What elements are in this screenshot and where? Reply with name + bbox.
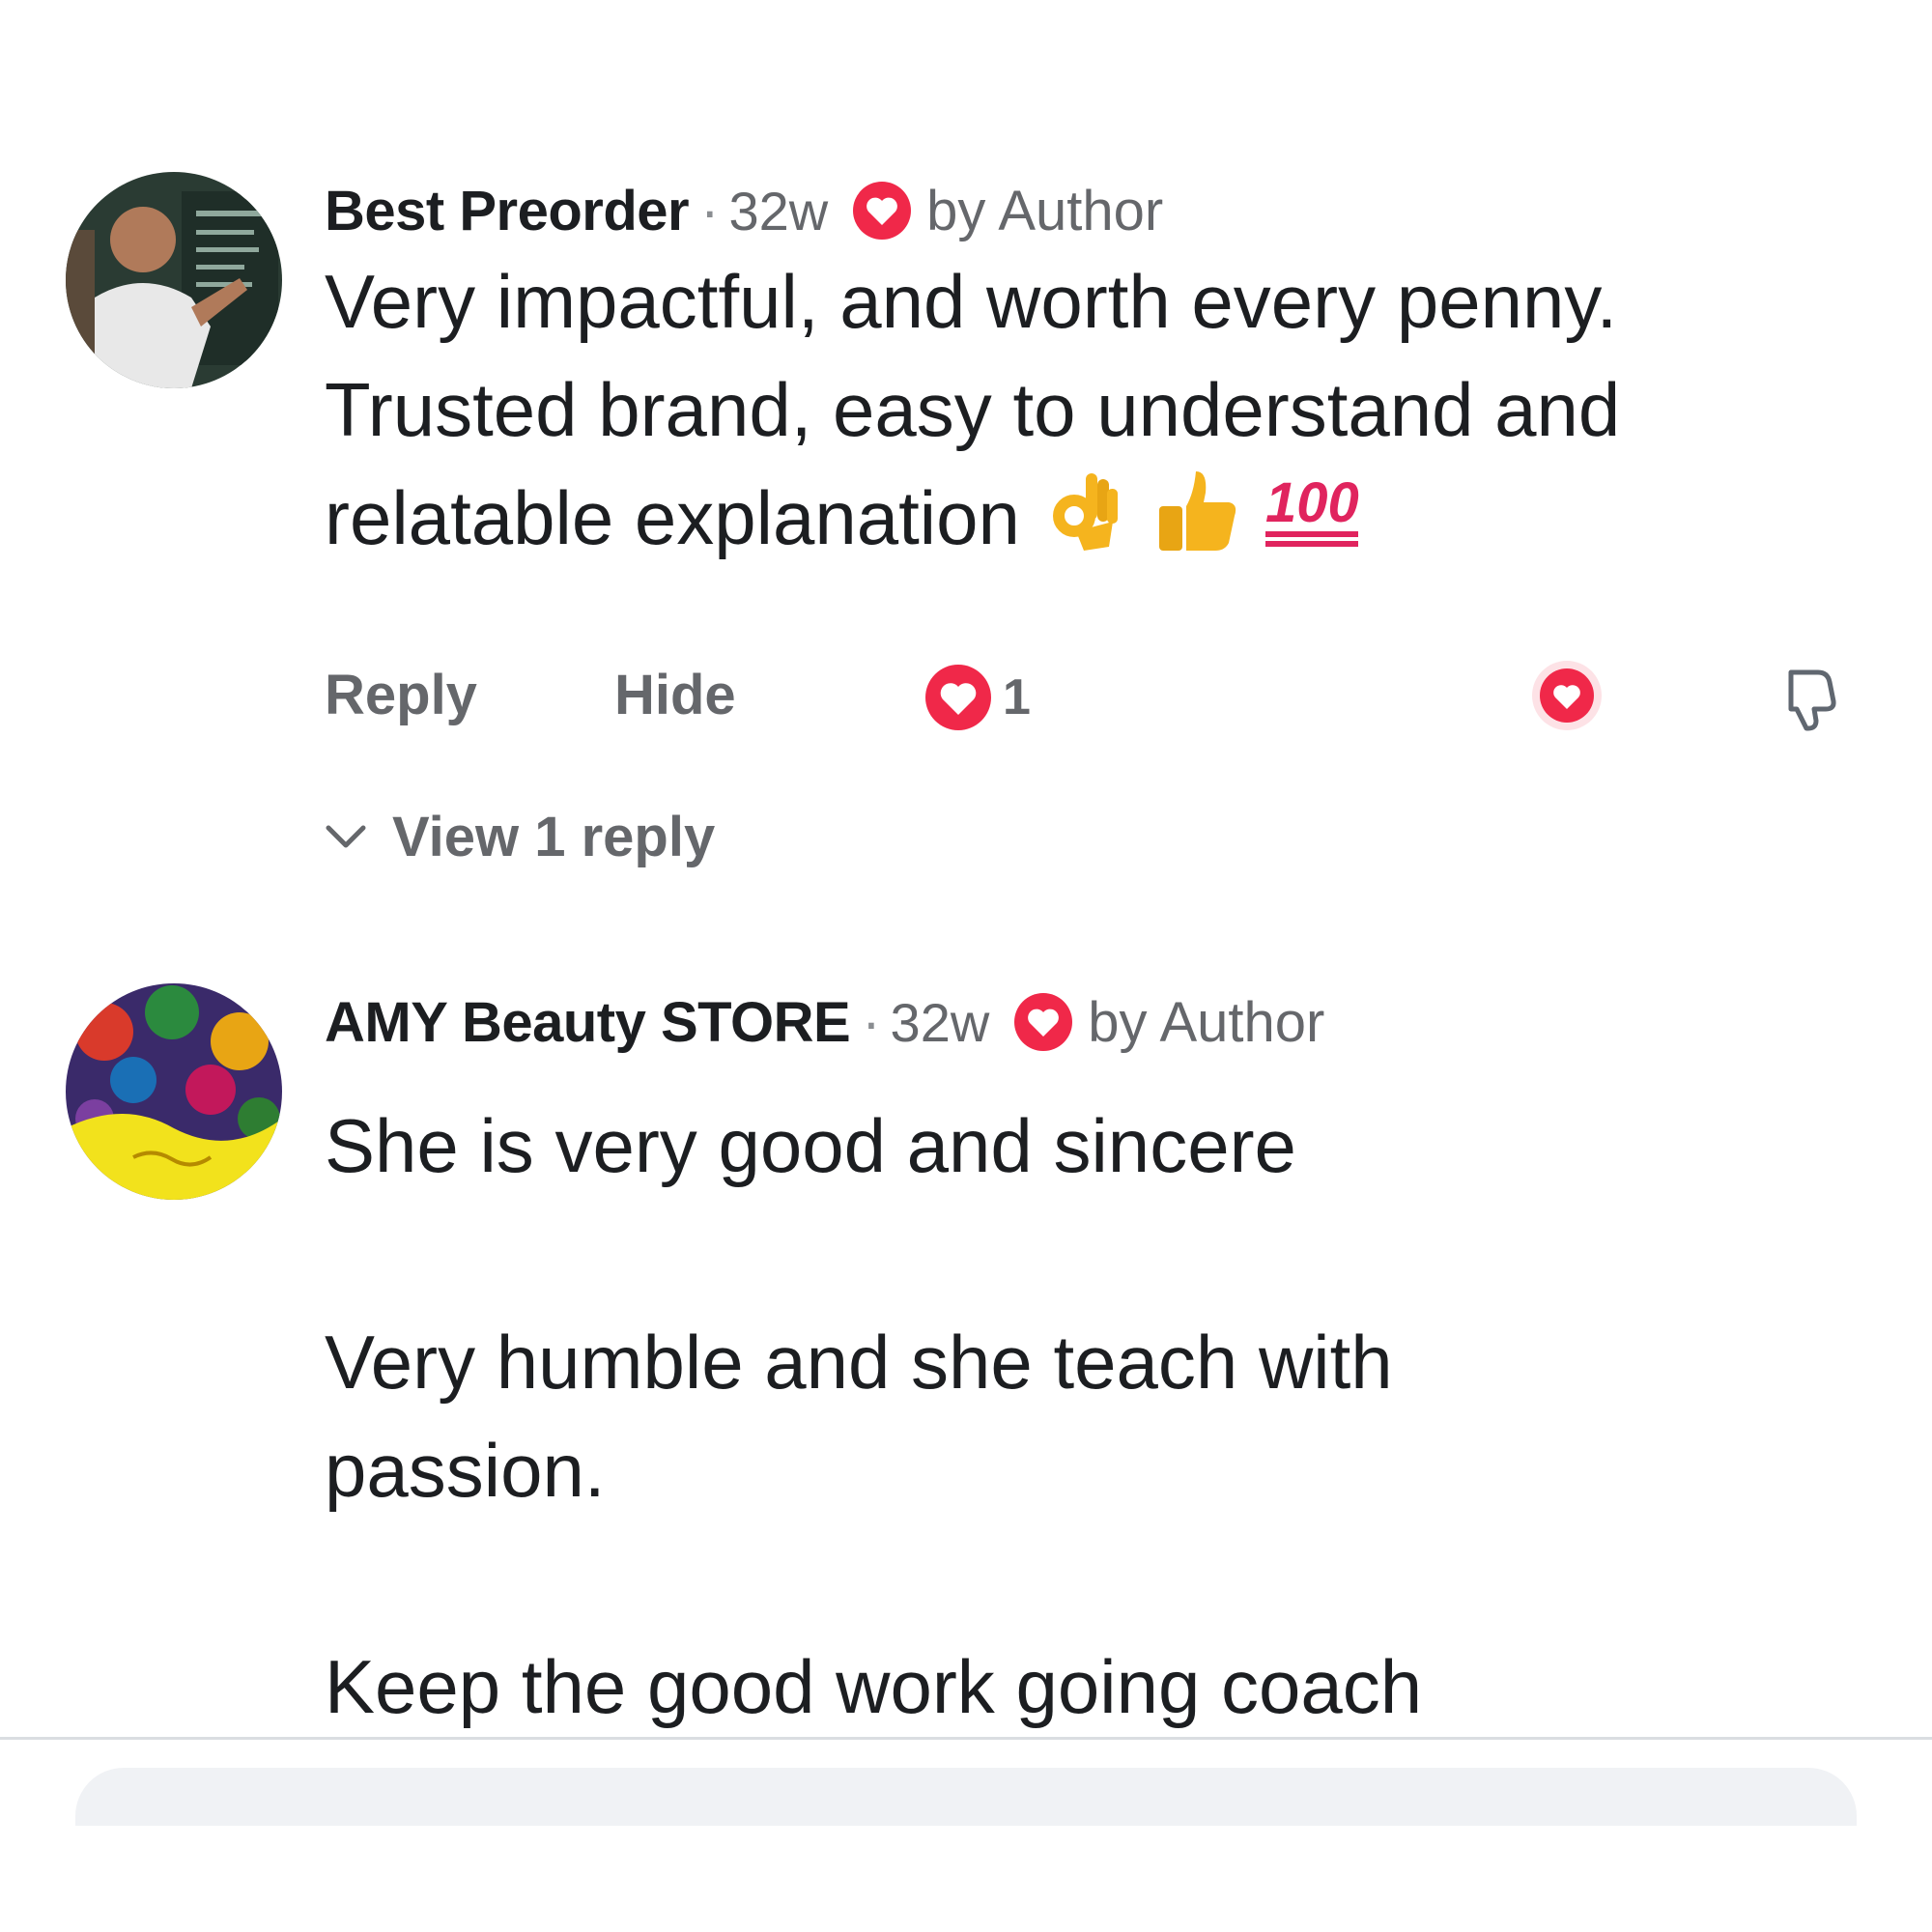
separator-dot: · [700,179,720,242]
comment-line: Very impactful, and worth every penny. [325,259,1618,344]
comment-line: relatable explanation [325,475,1020,561]
avatar-amy-beauty-store[interactable] [66,983,282,1200]
comment-paragraph: She is very good and sincere [325,1103,1296,1188]
reply-button[interactable]: Reply [325,657,477,734]
heart-icon [853,182,912,240]
reaction-count: 1 [1003,669,1031,725]
by-author-badge: by Author [1088,990,1325,1054]
author-name[interactable]: AMY Beauty STORE [325,990,851,1055]
heart-reaction-icon [925,665,991,730]
comment-paragraph: passion. [325,1428,606,1513]
hide-button[interactable]: Hide [614,657,736,734]
comment-time[interactable]: 32w [728,180,828,242]
comment-paragraph: Very humble and she teach with [325,1320,1393,1405]
avatar-best-preorder[interactable] [66,172,282,388]
thumbs-up-emoji [1148,464,1244,584]
comment-paragraph: Keep the good work going coach [325,1644,1423,1729]
heart-icon [1014,993,1073,1051]
view-replies-label: View 1 reply [392,805,716,868]
love-react-button[interactable] [1530,659,1604,732]
author-name[interactable]: Best Preorder [325,179,690,243]
comment-line: Trusted brand, easy to understand and [325,367,1621,452]
comment-time[interactable]: 32w [891,991,990,1054]
dislike-icon[interactable] [1770,659,1847,736]
hundred-points-emoji: 100 [1262,464,1368,584]
comment-header: Best Preorder · 32w by Author [325,172,1163,249]
svg-text:100: 100 [1265,471,1359,534]
separator-dot: · [862,990,881,1054]
chevron-down-icon [326,825,366,848]
by-author-badge: by Author [926,179,1164,242]
reaction-summary[interactable]: 1 [923,663,1031,732]
view-replies-button[interactable]: View 1 reply [325,798,715,875]
comment-body: Very impactful, and worth every penny. T… [325,247,1620,572]
comment-header: AMY Beauty STORE · 32w by Author [325,983,1324,1061]
ok-hand-emoji [1037,464,1130,584]
divider [0,1737,1932,1740]
comment-actions: Reply Hide 1 [325,657,1870,734]
comment-composer[interactable] [75,1768,1857,1826]
comment-line-with-emojis: relatable explanation 100 [325,464,1620,572]
comment-body: She is very good and sincere Very humble… [325,1092,1422,1741]
